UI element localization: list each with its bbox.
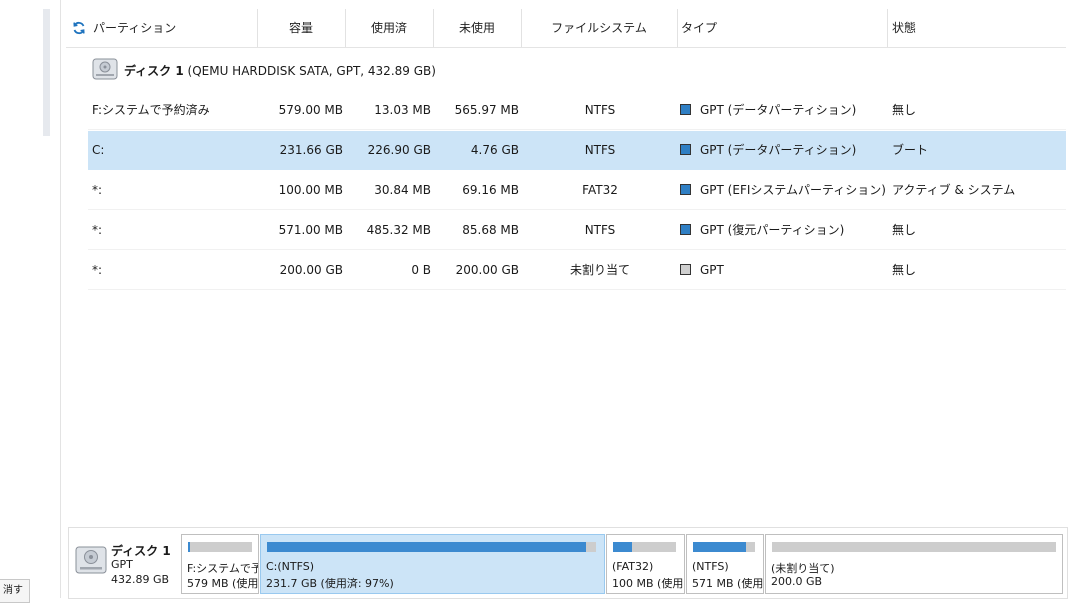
partition-status: アクティブ & システム: [892, 183, 1016, 197]
partition-type-label: GPT (復元パーティション): [700, 223, 845, 237]
header-used[interactable]: 使用済: [345, 9, 433, 47]
block-size: 579 MB (使用: [187, 577, 259, 590]
header-capacity[interactable]: 容量: [257, 9, 345, 47]
block-size: 200.0 GB: [771, 575, 823, 588]
partition-capacity: 579.00 MB: [278, 103, 343, 117]
partition-color-swatch: [680, 264, 691, 275]
partition-status: 無し: [892, 103, 917, 117]
partition-status: 無し: [892, 223, 917, 237]
partition-row[interactable]: *: 100.00 MB 30.84 MB 69.16 MB FAT32 GPT…: [88, 171, 1066, 210]
partition-row[interactable]: F:システムで予約済み 579.00 MB 13.03 MB 565.97 MB…: [88, 91, 1066, 130]
usage-fill: [613, 542, 632, 552]
partition-filesystem: 未割り当て: [569, 263, 630, 277]
partition-name: F:システムで予約済み: [92, 103, 210, 117]
partition-color-swatch: [680, 184, 691, 195]
partition-type: GPT (データパーティション): [680, 131, 856, 169]
disk-map-block[interactable]: F:システムで予 579 MB (使用: [181, 534, 259, 594]
disk-name: ディスク 1: [124, 64, 184, 78]
header-separator: [887, 9, 888, 47]
partition-status: ブート: [892, 143, 929, 157]
partition-filesystem: NTFS: [584, 103, 616, 117]
partition-unused: 565.97 MB: [454, 103, 519, 117]
partition-unused: 4.76 GB: [470, 143, 519, 157]
block-label: (NTFS): [692, 560, 729, 573]
disk-map-disk-info[interactable]: ディスク 1 GPT 432.89 GB: [73, 538, 178, 592]
partition-unused: 69.16 MB: [462, 183, 519, 197]
block-label: F:システムで予: [187, 562, 259, 575]
partition-name: *:: [92, 223, 103, 237]
left-panel-button[interactable]: 消す: [0, 579, 30, 603]
usage-fill: [188, 542, 190, 552]
partition-capacity: 571.00 MB: [278, 223, 343, 237]
partition-used: 485.32 MB: [366, 223, 431, 237]
block-label: C:(NTFS): [266, 560, 315, 573]
partition-color-swatch: [680, 224, 691, 235]
disk-map-block[interactable]: (未割り当て) 200.0 GB: [765, 534, 1063, 594]
disk-map-style: GPT: [111, 558, 133, 571]
header-type[interactable]: タイプ: [681, 9, 717, 47]
block-size: 571 MB (使用: [692, 577, 764, 590]
partition-name: *:: [92, 183, 103, 197]
partition-color-swatch: [680, 144, 691, 155]
partition-used: 226.90 GB: [367, 143, 431, 157]
partition-type: GPT (EFIシステムパーティション): [680, 171, 886, 209]
partition-used: 30.84 MB: [374, 183, 431, 197]
partition-unused: 200.00 GB: [455, 263, 519, 277]
usage-bar: [693, 542, 755, 552]
disk-map-block[interactable]: C:(NTFS) 231.7 GB (使用済: 97%): [260, 534, 605, 594]
partition-name: C:: [92, 143, 105, 157]
partition-type: GPT (データパーティション): [680, 91, 856, 129]
header-status[interactable]: 状態: [892, 9, 916, 47]
usage-bar: [267, 542, 596, 552]
header-filesystem[interactable]: ファイルシステム: [521, 9, 677, 47]
partition-row[interactable]: *: 571.00 MB 485.32 MB 85.68 MB NTFS GPT…: [88, 211, 1066, 250]
partition-type: GPT (復元パーティション): [680, 211, 844, 249]
usage-bar: [613, 542, 676, 552]
disk-map-block[interactable]: (FAT32) 100 MB (使用: [606, 534, 685, 594]
disk-detail: (QEMU HARDDISK SATA, GPT, 432.89 GB): [183, 64, 436, 78]
header-unused[interactable]: 未使用: [433, 9, 521, 47]
partition-type-label: GPT (EFIシステムパーティション): [700, 183, 886, 197]
partition-type-label: GPT: [700, 263, 724, 277]
block-label: (未割り当て): [771, 562, 835, 575]
partition-filesystem: NTFS: [584, 223, 616, 237]
disk-map-block[interactable]: (NTFS) 571 MB (使用: [686, 534, 764, 594]
disk-map: ディスク 1 GPT 432.89 GB F:システムで予 579 MB (使用…: [68, 527, 1068, 599]
hard-disk-icon: [92, 58, 118, 80]
partition-used: 0 B: [411, 263, 431, 277]
table-header: パーティション 容量 使用済 未使用 ファイルシステム タイプ 状態: [66, 9, 1066, 48]
block-size: 231.7 GB (使用済: 97%): [266, 577, 394, 590]
disk-map-size: 432.89 GB: [111, 573, 170, 586]
disk-title: ディスク 1 (QEMU HARDDISK SATA, GPT, 432.89 …: [124, 62, 436, 79]
partition-unused: 85.68 MB: [462, 223, 519, 237]
disk-map-name: ディスク 1: [111, 544, 171, 558]
partition-capacity: 100.00 MB: [278, 183, 343, 197]
left-scrollbar[interactable]: [43, 9, 50, 136]
partition-filesystem: FAT32: [582, 183, 618, 197]
partition-capacity: 231.66 GB: [279, 143, 343, 157]
partition-status: 無し: [892, 263, 917, 277]
partition-row[interactable]: C: 231.66 GB 226.90 GB 4.76 GB NTFS GPT …: [88, 131, 1066, 170]
partition-type-label: GPT (データパーティション): [700, 143, 857, 157]
block-label: (FAT32): [612, 560, 654, 573]
refresh-icon[interactable]: [72, 21, 86, 35]
partition-row[interactable]: *: 200.00 GB 0 B 200.00 GB 未割り当て GPT 無し: [88, 251, 1066, 290]
partition-type-label: GPT (データパーティション): [700, 103, 857, 117]
usage-bar: [188, 542, 252, 552]
usage-fill: [267, 542, 587, 552]
usage-fill: [693, 542, 746, 552]
hard-disk-icon: [75, 546, 107, 574]
block-size: 100 MB (使用: [612, 577, 684, 590]
partition-type: GPT: [680, 251, 724, 289]
usage-bar: [772, 542, 1056, 552]
partition-filesystem: NTFS: [584, 143, 616, 157]
header-separator: [677, 9, 678, 47]
panel-divider: [60, 0, 61, 598]
partition-color-swatch: [680, 104, 691, 115]
header-partition[interactable]: パーティション: [93, 9, 176, 47]
partition-name: *:: [92, 263, 103, 277]
partition-used: 13.03 MB: [374, 103, 431, 117]
partition-capacity: 200.00 GB: [279, 263, 343, 277]
left-panel: 消す: [0, 0, 66, 603]
